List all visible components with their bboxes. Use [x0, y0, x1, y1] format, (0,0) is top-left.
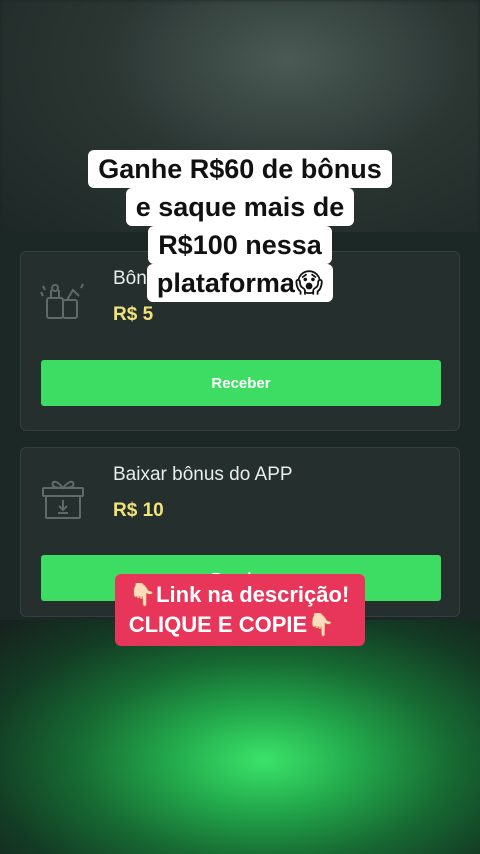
gift-download-icon: [37, 472, 89, 524]
caption-line: e saque mais de: [125, 188, 355, 226]
card-amount: R$ 10: [113, 500, 164, 521]
caption-line: R$100 nessa: [148, 226, 332, 264]
blurred-background-bottom: [0, 620, 480, 854]
card-amount: R$ 5: [113, 304, 154, 325]
promo-line: CLIQUE E COPIE👇🏻: [128, 612, 335, 637]
caption-line: Ganhe R$60 de bônus: [88, 150, 392, 188]
promo-caption: 👇🏻Link na descrição! CLIQUE E COPIE👇🏻: [0, 574, 480, 646]
card-title: Baixar bônus do APP: [113, 464, 293, 485]
overlay-caption: Ganhe R$60 de bônus e saque mais de R$10…: [0, 150, 480, 302]
caption-line: plataforma😱: [146, 264, 334, 302]
promo-banner: 👇🏻Link na descrição! CLIQUE E COPIE👇🏻: [114, 574, 366, 646]
promo-line: 👇🏻Link na descrição!: [128, 582, 350, 607]
receive-button[interactable]: Receber: [41, 360, 441, 406]
